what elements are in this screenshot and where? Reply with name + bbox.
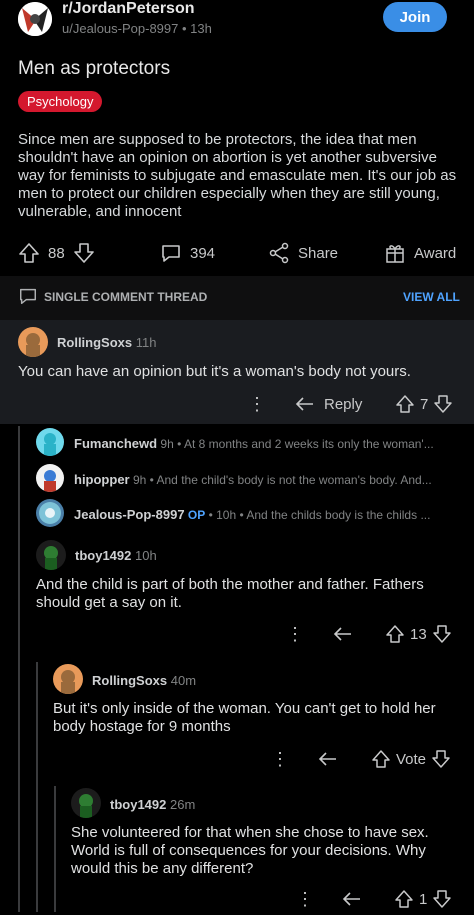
award-label: Award <box>414 244 457 262</box>
post-vote-count: 88 <box>48 244 65 262</box>
comment-vote-count: 7 <box>420 395 429 413</box>
comment-username[interactable]: hipopper <box>74 472 130 487</box>
comment-text: But it's only inside of the woman. You c… <box>53 700 436 735</box>
subreddit-name[interactable]: r/JordanPeterson <box>62 0 194 18</box>
avatar[interactable] <box>71 788 101 818</box>
comment-time: 10h <box>135 548 157 563</box>
post-comments-button[interactable]: 394 <box>160 242 215 264</box>
comment-vote-count: 1 <box>419 890 428 908</box>
avatar[interactable] <box>36 464 64 492</box>
comment-preview: 9h • And the child's body is not the wom… <box>132 473 432 487</box>
post-title: Men as protectors <box>18 58 171 79</box>
comment-preview: • 10h • And the childs body is the child… <box>208 508 431 522</box>
comment-time: 11h <box>135 335 157 350</box>
avatar[interactable] <box>36 499 64 527</box>
reply-icon <box>294 393 316 415</box>
thread-label: SINGLE COMMENT THREAD <box>44 290 208 304</box>
comment-vote-count: 13 <box>410 625 427 643</box>
subreddit-avatar[interactable] <box>18 2 52 36</box>
more-icon[interactable]: ⋮ <box>296 889 314 910</box>
more-icon[interactable]: ⋮ <box>286 624 304 645</box>
view-all-link[interactable]: VIEW ALL <box>403 290 460 304</box>
reply-label: Reply <box>324 395 363 413</box>
thread-line[interactable] <box>36 662 38 912</box>
more-icon[interactable]: ⋮ <box>248 394 266 415</box>
post-flair[interactable]: Psychology <box>18 91 103 112</box>
post-meta: u/Jealous-Pop-8997 • 13h <box>62 21 212 36</box>
downvote-icon[interactable] <box>73 242 95 264</box>
downvote-icon[interactable] <box>432 393 454 415</box>
comment-vote-group: Vote <box>370 748 452 770</box>
comment-username[interactable]: tboy1492 <box>110 797 166 812</box>
comment-vote-group: 13 <box>384 623 453 645</box>
avatar[interactable] <box>36 540 66 570</box>
avatar[interactable] <box>18 327 48 357</box>
comment-username[interactable]: Fumanchewd <box>74 436 157 451</box>
reply-icon[interactable] <box>341 888 363 910</box>
collapsed-comment[interactable]: Fumanchewd 9h • At 8 months and 2 weeks … <box>74 436 464 451</box>
share-icon <box>268 242 290 264</box>
more-icon[interactable]: ⋮ <box>271 749 289 770</box>
thread-line[interactable] <box>18 426 20 912</box>
collapsed-comment[interactable]: hipopper 9h • And the child's body is no… <box>74 472 464 487</box>
share-label: Share <box>298 244 339 262</box>
award-icon <box>384 242 406 264</box>
post-comment-count: 394 <box>190 244 216 262</box>
comment-vote-group: 7 <box>394 393 454 415</box>
collapsed-comment[interactable]: Jealous-Pop-8997 OP • 10h • And the chil… <box>74 507 464 522</box>
post-vote-group: 88 <box>18 242 95 264</box>
thread-line[interactable] <box>54 786 56 912</box>
reply-button[interactable]: Reply <box>294 393 362 415</box>
upvote-icon[interactable] <box>393 888 415 910</box>
downvote-icon[interactable] <box>430 748 452 770</box>
share-button[interactable]: Share <box>268 242 338 264</box>
comment-preview: 9h • At 8 months and 2 weeks its only th… <box>160 437 434 451</box>
comment-username[interactable]: RollingSoxs <box>57 335 132 350</box>
upvote-icon[interactable] <box>384 623 406 645</box>
avatar[interactable] <box>53 664 83 694</box>
upvote-icon[interactable] <box>370 748 392 770</box>
comment-time: 40m <box>170 673 197 688</box>
avatar[interactable] <box>36 428 64 456</box>
post-body: Since men are supposed to be protectors,… <box>18 131 457 220</box>
join-button[interactable]: Join <box>383 2 447 32</box>
comment-time: 26m <box>170 797 196 812</box>
comment-text: She volunteered for that when she chose … <box>71 824 429 877</box>
reply-icon[interactable] <box>332 623 354 645</box>
comment-username[interactable]: RollingSoxs <box>92 673 167 688</box>
comment-username[interactable]: Jealous-Pop-8997 <box>74 507 185 522</box>
op-badge: OP <box>187 508 206 522</box>
upvote-icon[interactable] <box>394 393 416 415</box>
comment-vote-label: Vote <box>396 750 427 768</box>
downvote-icon[interactable] <box>431 888 453 910</box>
upvote-icon[interactable] <box>18 242 40 264</box>
comment-text: And the child is part of both the mother… <box>36 576 424 611</box>
reply-icon[interactable] <box>317 748 339 770</box>
comment-text: You can have an opinion but it's a woman… <box>18 363 411 380</box>
downvote-icon[interactable] <box>431 623 453 645</box>
thread-comment-icon <box>18 286 38 311</box>
comment-username[interactable]: tboy1492 <box>75 548 131 563</box>
award-button[interactable]: Award <box>384 242 456 264</box>
comment-vote-group: 1 <box>393 888 453 910</box>
comment-icon <box>160 242 182 264</box>
